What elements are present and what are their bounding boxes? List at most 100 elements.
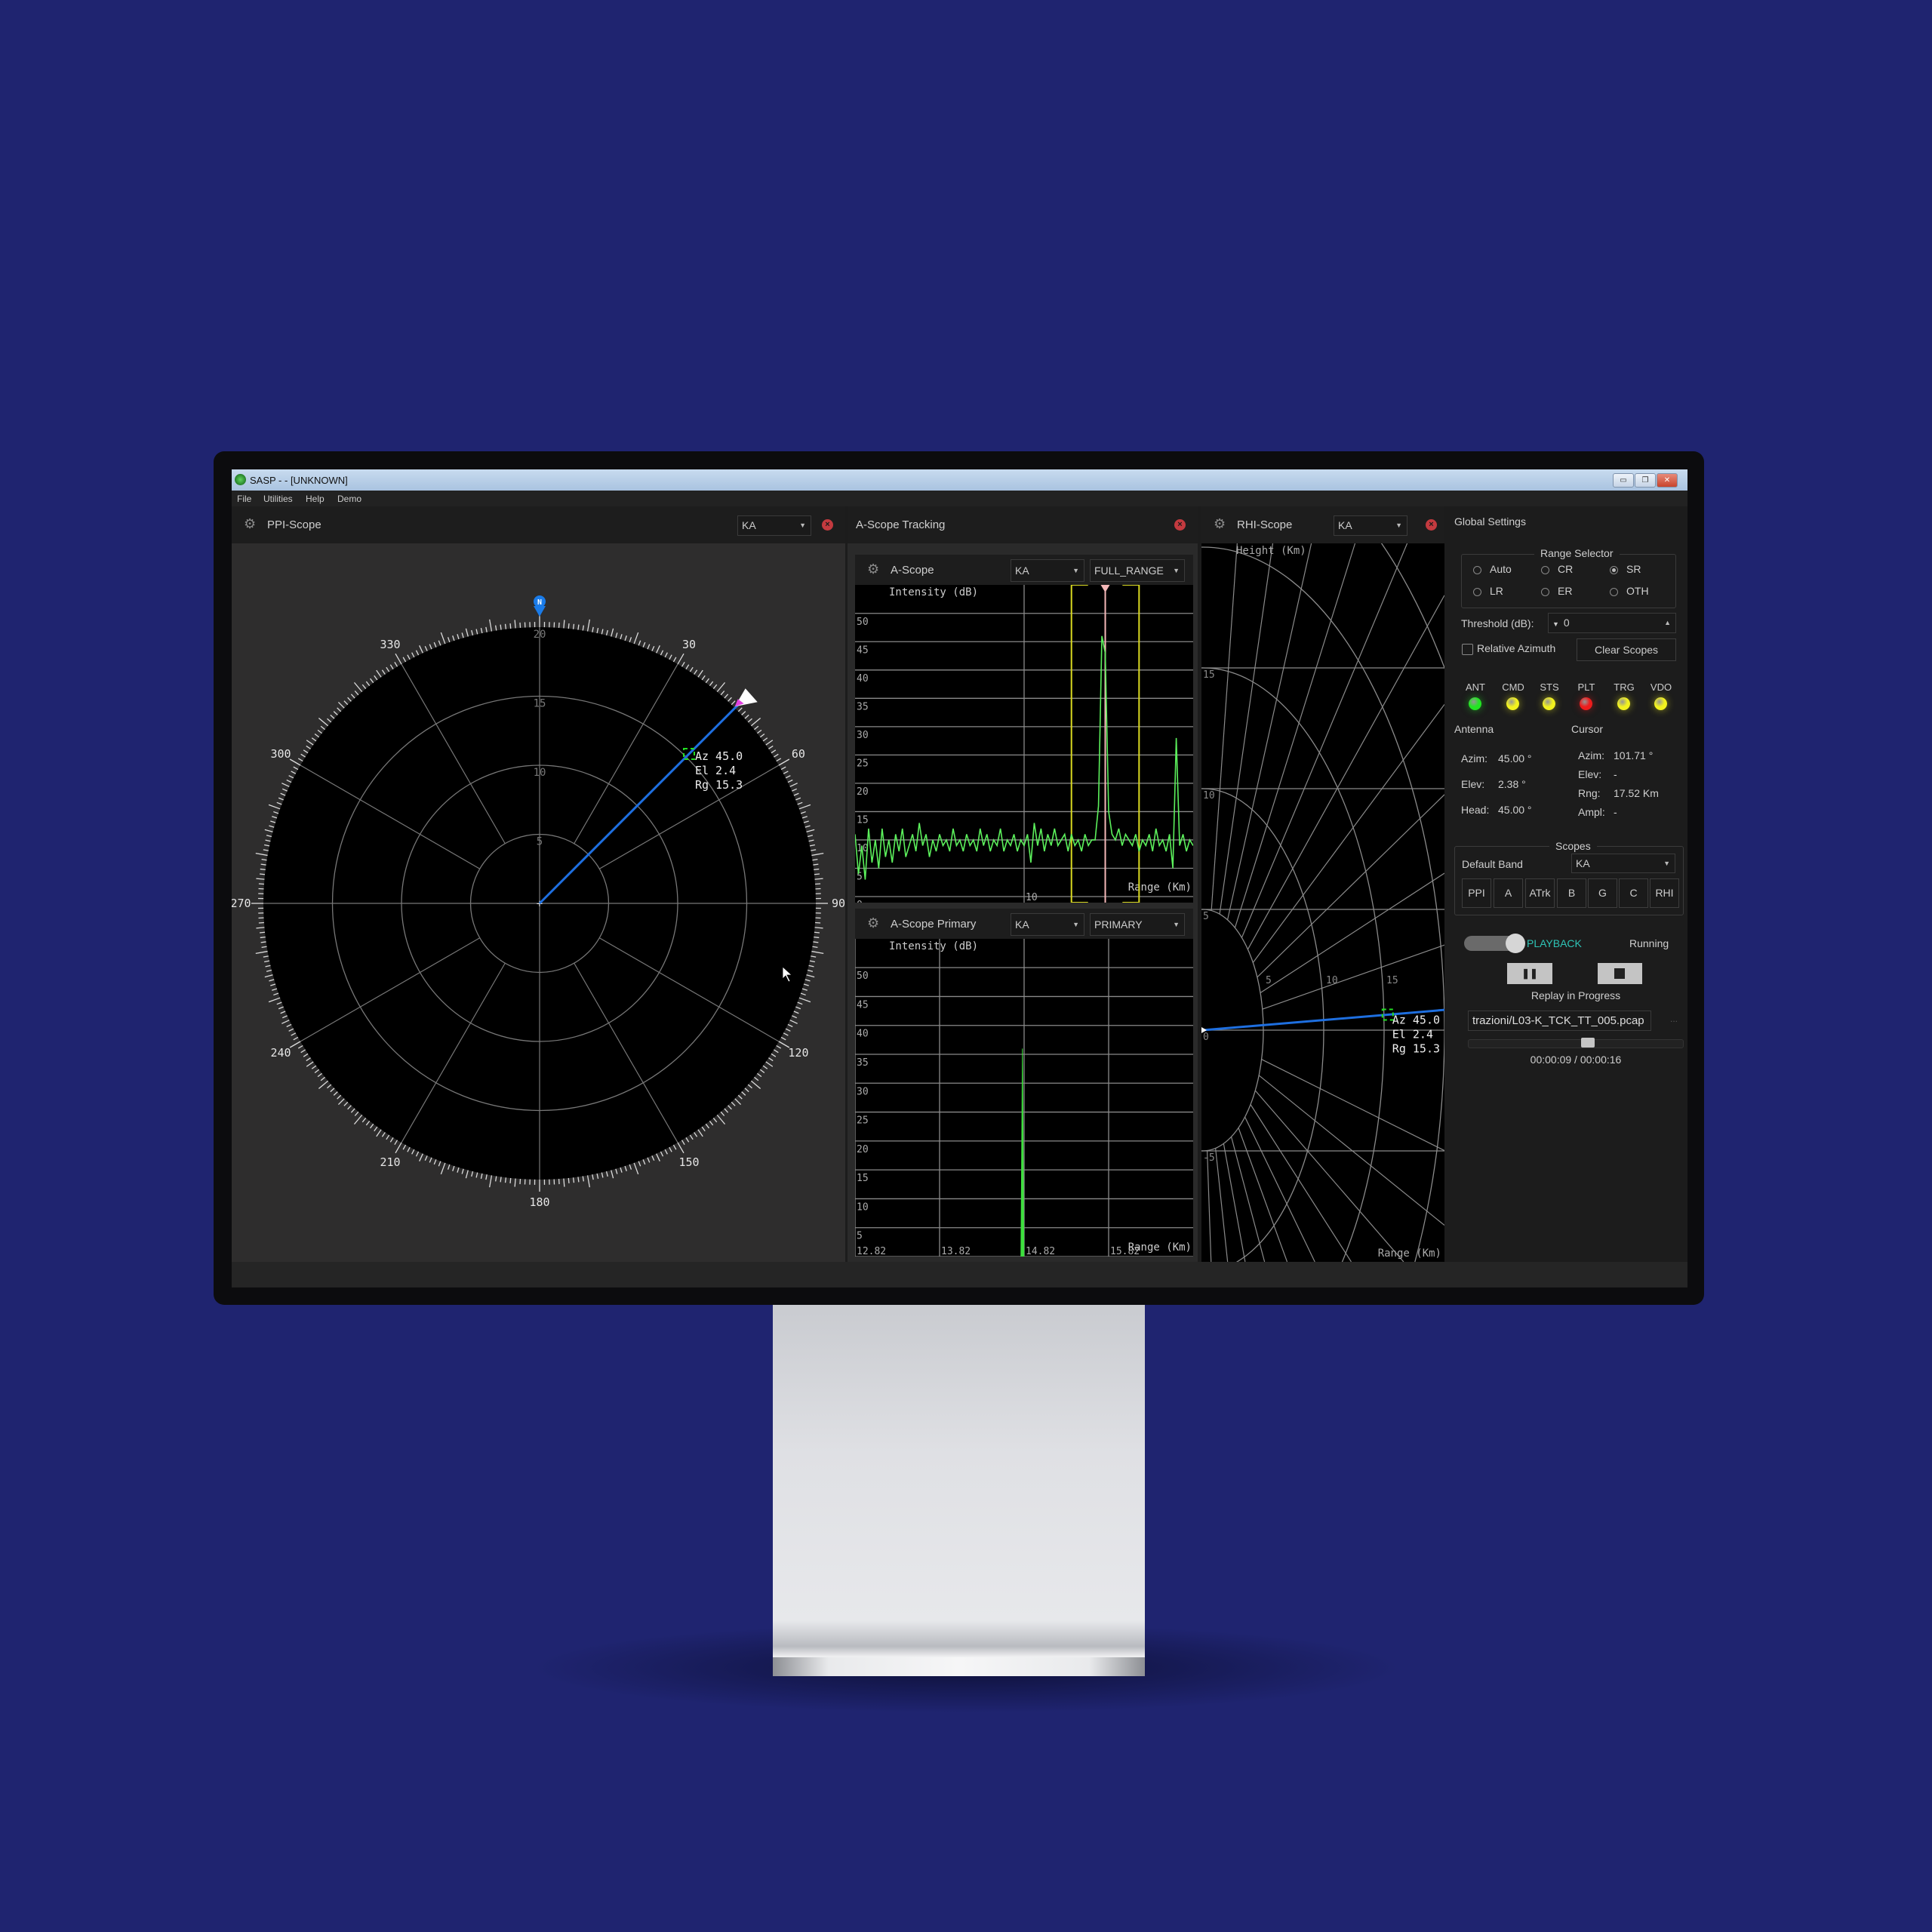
- azimuth-tick: [337, 701, 345, 709]
- threshold-spinbox[interactable]: ▼ 0 ▲: [1548, 613, 1676, 633]
- azimuth-tick: [353, 1114, 363, 1125]
- elevation-spoke: [1234, 543, 1356, 928]
- azimuth-tick: [797, 1001, 803, 1005]
- range-radio-auto[interactable]: [1473, 566, 1481, 574]
- close-icon[interactable]: ×: [1426, 519, 1437, 531]
- menu-demo[interactable]: Demo: [337, 494, 361, 504]
- antenna-azim-value: 45.00 °: [1498, 752, 1532, 764]
- azimuth-tick: [343, 1101, 349, 1106]
- azimuth-tick: [811, 849, 817, 851]
- range-radio-lr[interactable]: [1473, 588, 1481, 596]
- azimuth-tick: [744, 1088, 749, 1093]
- default-band-select[interactable]: KA ▼: [1571, 854, 1675, 873]
- azimuth-tick: [337, 1094, 342, 1100]
- azimuth-tick: [386, 1134, 390, 1140]
- azimuth-tick: [438, 1161, 441, 1167]
- azimuth-tick: [795, 1006, 801, 1010]
- azimuth-tick: [811, 955, 817, 958]
- rhi-band-select[interactable]: KA ▼: [1334, 515, 1407, 536]
- toggle-knob[interactable]: [1506, 934, 1525, 953]
- scope-button-rhi[interactable]: RHI: [1650, 878, 1679, 908]
- window-title: SASP - - [UNKNOWN]: [250, 475, 348, 486]
- menu-help[interactable]: Help: [306, 494, 325, 504]
- ppi-band-select[interactable]: KA ▼: [737, 515, 811, 536]
- close-icon[interactable]: ×: [822, 519, 833, 531]
- browse-button[interactable]: ...: [1670, 1014, 1678, 1024]
- azimuth-tick: [651, 645, 655, 651]
- aprimary-mode-select[interactable]: PRIMARY ▼: [1090, 913, 1185, 936]
- range-radio-sr[interactable]: [1610, 566, 1618, 574]
- close-window-button[interactable]: ✕: [1657, 473, 1678, 488]
- pause-button[interactable]: ❚❚: [1507, 963, 1552, 984]
- ascope-band-select[interactable]: KA ▼: [1011, 559, 1084, 582]
- settings-title: Global Settings: [1454, 515, 1526, 528]
- gear-icon[interactable]: ⚙: [244, 516, 256, 532]
- scope-button-ppi[interactable]: PPI: [1462, 878, 1491, 908]
- azimuth-tick: [314, 734, 320, 738]
- scope-button-a[interactable]: A: [1494, 878, 1523, 908]
- gear-icon[interactable]: ⚙: [867, 915, 879, 931]
- azimuth-tick: [615, 632, 618, 638]
- restore-button[interactable]: ❐: [1635, 473, 1656, 488]
- scope-button-g[interactable]: G: [1588, 878, 1617, 908]
- azimuth-tick: [720, 1111, 725, 1116]
- azimuth-tick: [759, 734, 765, 738]
- azimuth-tick: [669, 1146, 672, 1152]
- azimuth-tick: [452, 635, 455, 641]
- azimuth-tick: [681, 1140, 685, 1146]
- y-tick-label: 0: [857, 900, 863, 903]
- scope-button-b[interactable]: B: [1557, 878, 1586, 908]
- clear-scopes-button[interactable]: Clear Scopes: [1577, 638, 1676, 661]
- azimuth-tick: [261, 946, 267, 948]
- azimuth-tick: [278, 1006, 284, 1010]
- azimuth-tick: [370, 678, 374, 684]
- azimuth-tick: [672, 657, 677, 663]
- increment-icon[interactable]: ▲: [1664, 614, 1671, 632]
- led-label-cmd: CMD: [1502, 681, 1524, 693]
- replay-progress-slider[interactable]: [1468, 1039, 1684, 1048]
- range-selector-title: Range Selector: [1534, 547, 1620, 559]
- decrement-icon[interactable]: ▼: [1552, 620, 1559, 628]
- ascope-chart[interactable]: 0510152025303540455010Intensity (dB)Rang…: [855, 585, 1193, 903]
- azimuth-tick: [485, 626, 488, 632]
- azimuth-tick: [809, 844, 815, 847]
- file-path-field[interactable]: trazioni/L03-K_TCK_TT_005.pcap: [1468, 1011, 1651, 1031]
- aprimary-band-select[interactable]: KA ▼: [1011, 913, 1084, 936]
- scope-button-atrk[interactable]: ATrk: [1525, 878, 1555, 908]
- menu-utilities[interactable]: Utilities: [263, 494, 293, 504]
- stop-button[interactable]: [1598, 963, 1642, 984]
- azimuth-tick: [288, 1028, 294, 1032]
- menu-file[interactable]: File: [237, 494, 251, 504]
- azimuth-tick: [485, 1174, 488, 1180]
- range-radio-er[interactable]: [1541, 588, 1549, 596]
- azimuth-tick: [647, 1157, 651, 1163]
- azimuth-tick: [495, 625, 497, 631]
- x-tick-label: 13.82: [941, 1246, 971, 1257]
- gear-icon[interactable]: ⚙: [867, 561, 879, 577]
- azimuth-tick: [728, 697, 732, 702]
- range-radio-oth[interactable]: [1610, 588, 1618, 596]
- range-radio-label: Auto: [1490, 563, 1512, 575]
- range-radio-cr[interactable]: [1541, 566, 1549, 574]
- chevron-down-icon[interactable]: ▼: [1663, 854, 1670, 872]
- rhi-band-value: KA: [1338, 519, 1352, 531]
- ppi-scope-display[interactable]: 5101520306090120150180210240270300330+NA…: [232, 543, 845, 1262]
- rhi-scope-display[interactable]: 15 10 5 0 -5 5 10 15 Height (Km) Range (Km) Az 45.…: [1201, 543, 1444, 1262]
- relative-azimuth-checkbox[interactable]: [1462, 644, 1473, 655]
- azimuth-tick: [716, 1114, 726, 1125]
- scope-button-c[interactable]: C: [1619, 878, 1648, 908]
- azimuth-tick: [381, 1132, 386, 1137]
- close-icon[interactable]: ×: [1174, 519, 1186, 531]
- azimuth-tick: [415, 1151, 420, 1157]
- azimuth-tick: [259, 873, 266, 875]
- cursor-ampl-value: -: [1614, 806, 1617, 818]
- azimuth-tick: [260, 868, 266, 871]
- gear-icon[interactable]: ⚙: [1214, 516, 1226, 532]
- azimuth-tick: [419, 1153, 423, 1161]
- aprimary-chart[interactable]: 510152025303540455012.82 13.82 14.82 15.82I…: [855, 939, 1193, 1257]
- slider-handle[interactable]: [1581, 1038, 1595, 1048]
- minimize-button[interactable]: ▭: [1613, 473, 1634, 488]
- ascope-mode-select[interactable]: FULL_RANGE ▼: [1090, 559, 1185, 582]
- azimuth-tick: [803, 820, 809, 823]
- range-radio-label: OTH: [1626, 585, 1649, 597]
